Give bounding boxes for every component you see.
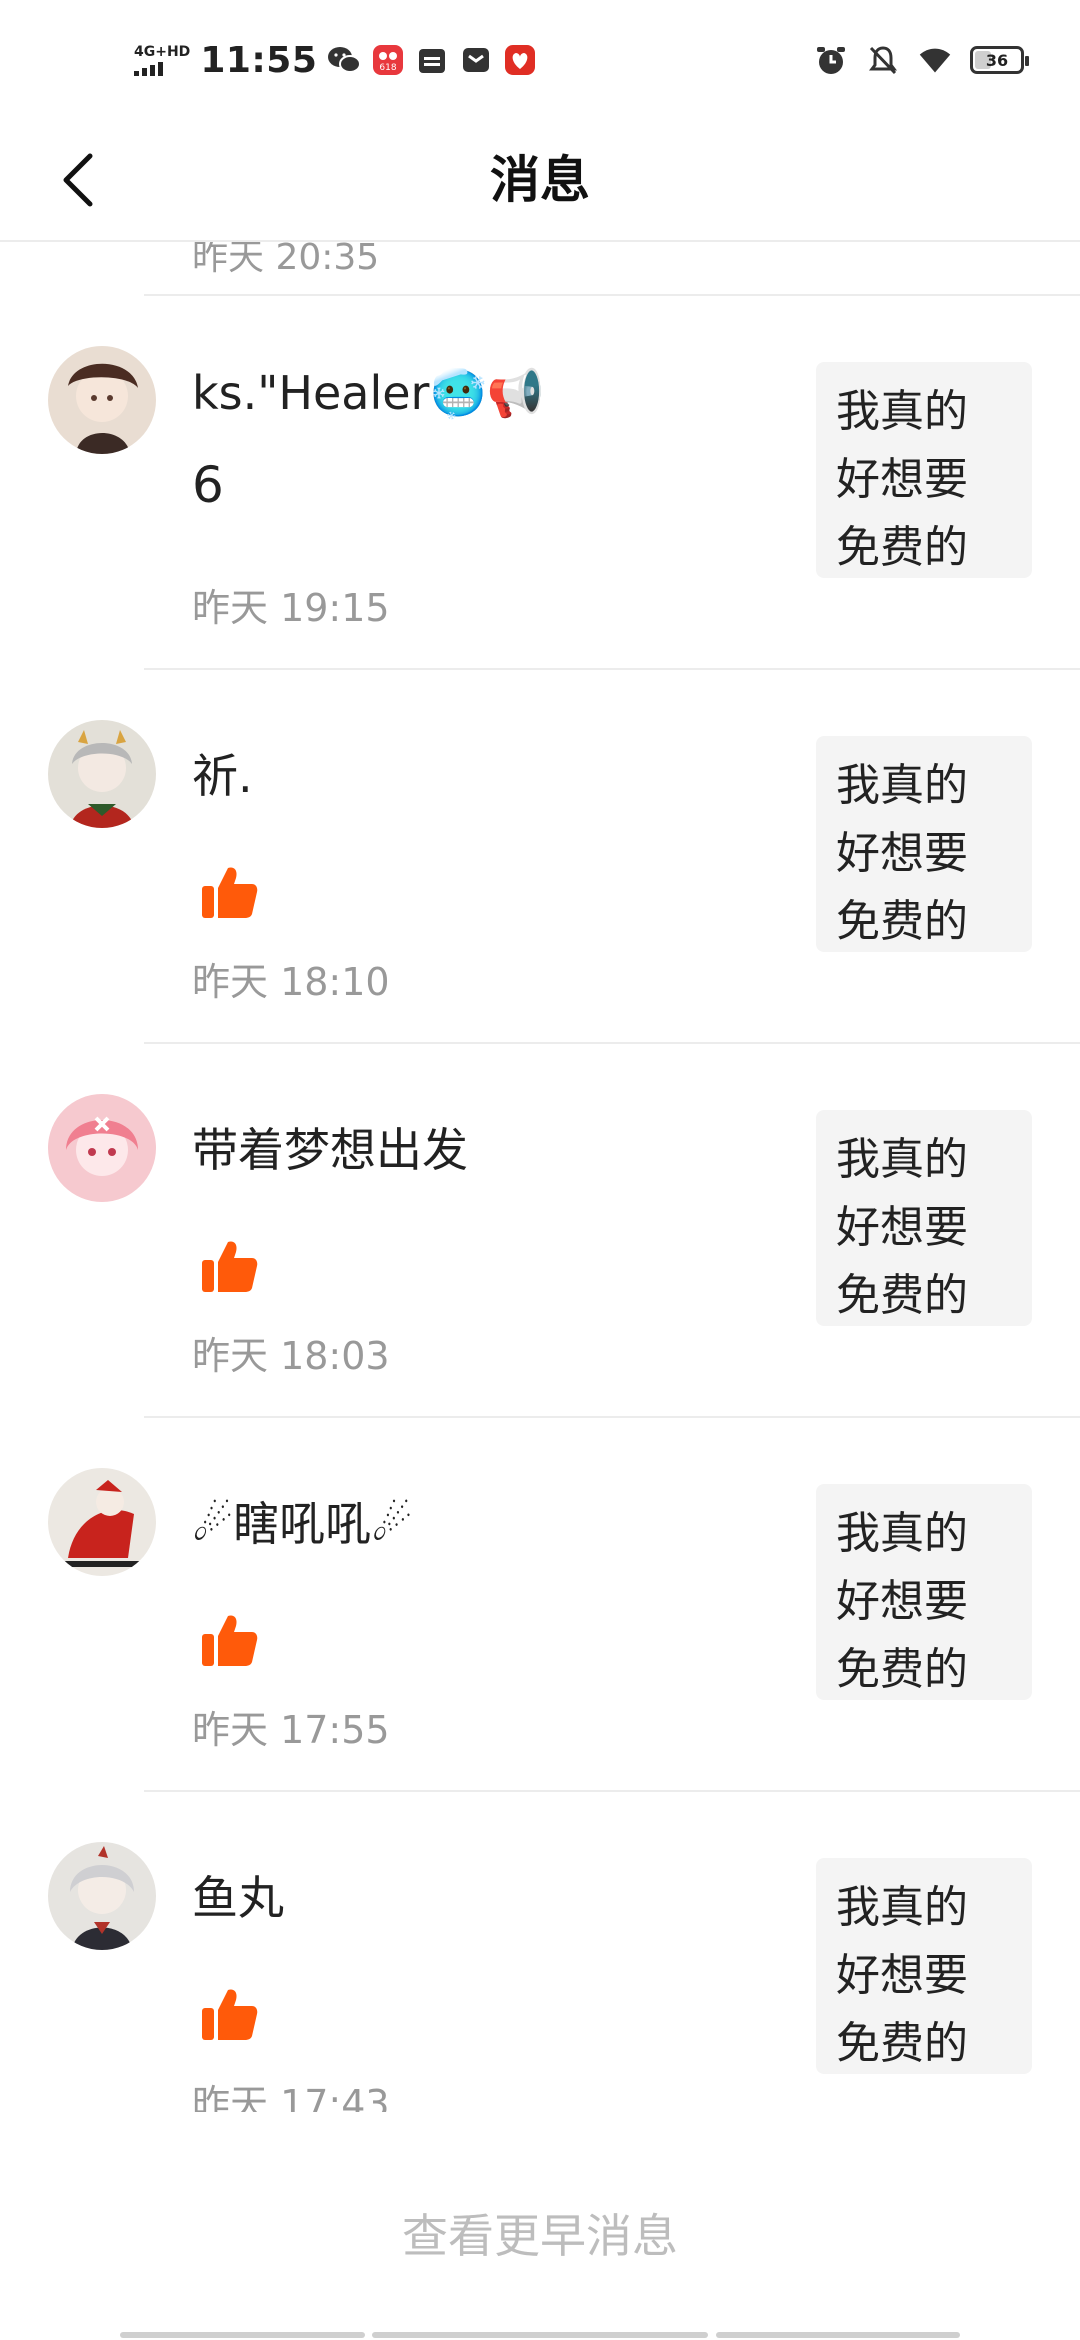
post-preview[interactable]: 我真的好想要免费的 xyxy=(816,736,1032,952)
list-item[interactable]: 带着梦想出发 昨天 18:03 我真的好想要免费的 xyxy=(0,1044,1080,1418)
sender-name: ☄瞎吼吼☄ xyxy=(192,1497,413,1551)
avatar[interactable] xyxy=(48,720,156,828)
battery-level: 36 xyxy=(985,50,1009,70)
avatar[interactable] xyxy=(48,346,156,454)
message-time: 昨天 19:15 xyxy=(192,586,390,630)
pinduoduo-icon xyxy=(503,43,537,77)
post-preview[interactable]: 我真的好想要免费的 xyxy=(816,1110,1032,1326)
alarm-icon xyxy=(814,43,848,77)
view-earlier-messages-link[interactable]: 查看更早消息 xyxy=(0,2200,1080,2266)
post-preview[interactable]: 我真的好想要免费的 xyxy=(816,1858,1032,2074)
page-title: 消息 xyxy=(490,151,590,209)
status-bar: 4G+HD 11:55 618 36 xyxy=(0,0,1080,120)
mute-bell-icon xyxy=(866,43,900,77)
gesture-nav-bar xyxy=(0,2330,1080,2340)
message-text: 6 xyxy=(192,456,224,514)
svg-text:618: 618 xyxy=(380,63,397,73)
wifi-icon xyxy=(918,43,952,77)
sender-name: 带着梦想出发 xyxy=(192,1123,468,1177)
post-preview-text: 我真的好想要免费的 xyxy=(836,1508,968,1695)
message-time: 昨天 17:43 xyxy=(192,2082,390,2112)
list-item-partial[interactable]: 昨天 20:35 xyxy=(144,242,1080,296)
avatar[interactable] xyxy=(48,1094,156,1202)
mail-icon xyxy=(459,43,493,77)
message-time: 昨天 18:03 xyxy=(192,1334,390,1378)
status-time: 11:55 xyxy=(200,39,318,81)
sender-name: 鱼丸 xyxy=(192,1871,284,1925)
battery-icon: 36 xyxy=(970,46,1029,74)
list-item[interactable]: ks."Healer🥶📢 6 昨天 19:15 我真的好想要免费的 xyxy=(0,296,1080,670)
message-time: 昨天 17:55 xyxy=(192,1708,390,1752)
nav-header: 消息 xyxy=(0,120,1080,242)
wechat-icon xyxy=(327,43,362,77)
post-preview[interactable]: 我真的好想要免费的 xyxy=(816,1484,1032,1700)
network-type: 4G+HD xyxy=(134,43,191,60)
thumbs-up-icon xyxy=(202,1989,258,2040)
post-preview[interactable]: 我真的好想要免费的 xyxy=(816,362,1032,578)
calendar-icon xyxy=(415,43,449,77)
avatar[interactable] xyxy=(48,1468,156,1576)
message-time: 昨天 20:35 xyxy=(192,242,380,278)
signal-indicator: 4G+HD xyxy=(134,45,190,76)
thumbs-up-icon xyxy=(202,1241,258,1292)
post-preview-text: 我真的好想要免费的 xyxy=(836,760,968,947)
thumbs-up-icon xyxy=(202,1615,258,1666)
sender-name: 祈. xyxy=(192,749,253,803)
thumbs-up-icon xyxy=(202,867,258,918)
message-list[interactable]: 昨天 20:35 ks."Healer🥶📢 6 昨天 19:15 我真的好想要免… xyxy=(0,242,1080,2112)
list-item[interactable]: ☄瞎吼吼☄ 昨天 17:55 我真的好想要免费的 xyxy=(0,1418,1080,1792)
list-item[interactable]: 祈. 昨天 18:10 我真的好想要免费的 xyxy=(0,670,1080,1044)
list-item[interactable]: 鱼丸 昨天 17:43 我真的好想要免费的 xyxy=(0,1792,1080,2112)
sender-name: ks."Healer🥶📢 xyxy=(192,366,545,420)
post-preview-text: 我真的好想要免费的 xyxy=(836,386,968,573)
shopping-618-icon: 618 xyxy=(371,43,405,77)
post-preview-text: 我真的好想要免费的 xyxy=(836,1134,968,1321)
post-preview-text: 我真的好想要免费的 xyxy=(836,1882,968,2069)
signal-bars-icon xyxy=(134,61,163,76)
message-time: 昨天 18:10 xyxy=(192,960,390,1004)
avatar[interactable] xyxy=(48,1842,156,1950)
